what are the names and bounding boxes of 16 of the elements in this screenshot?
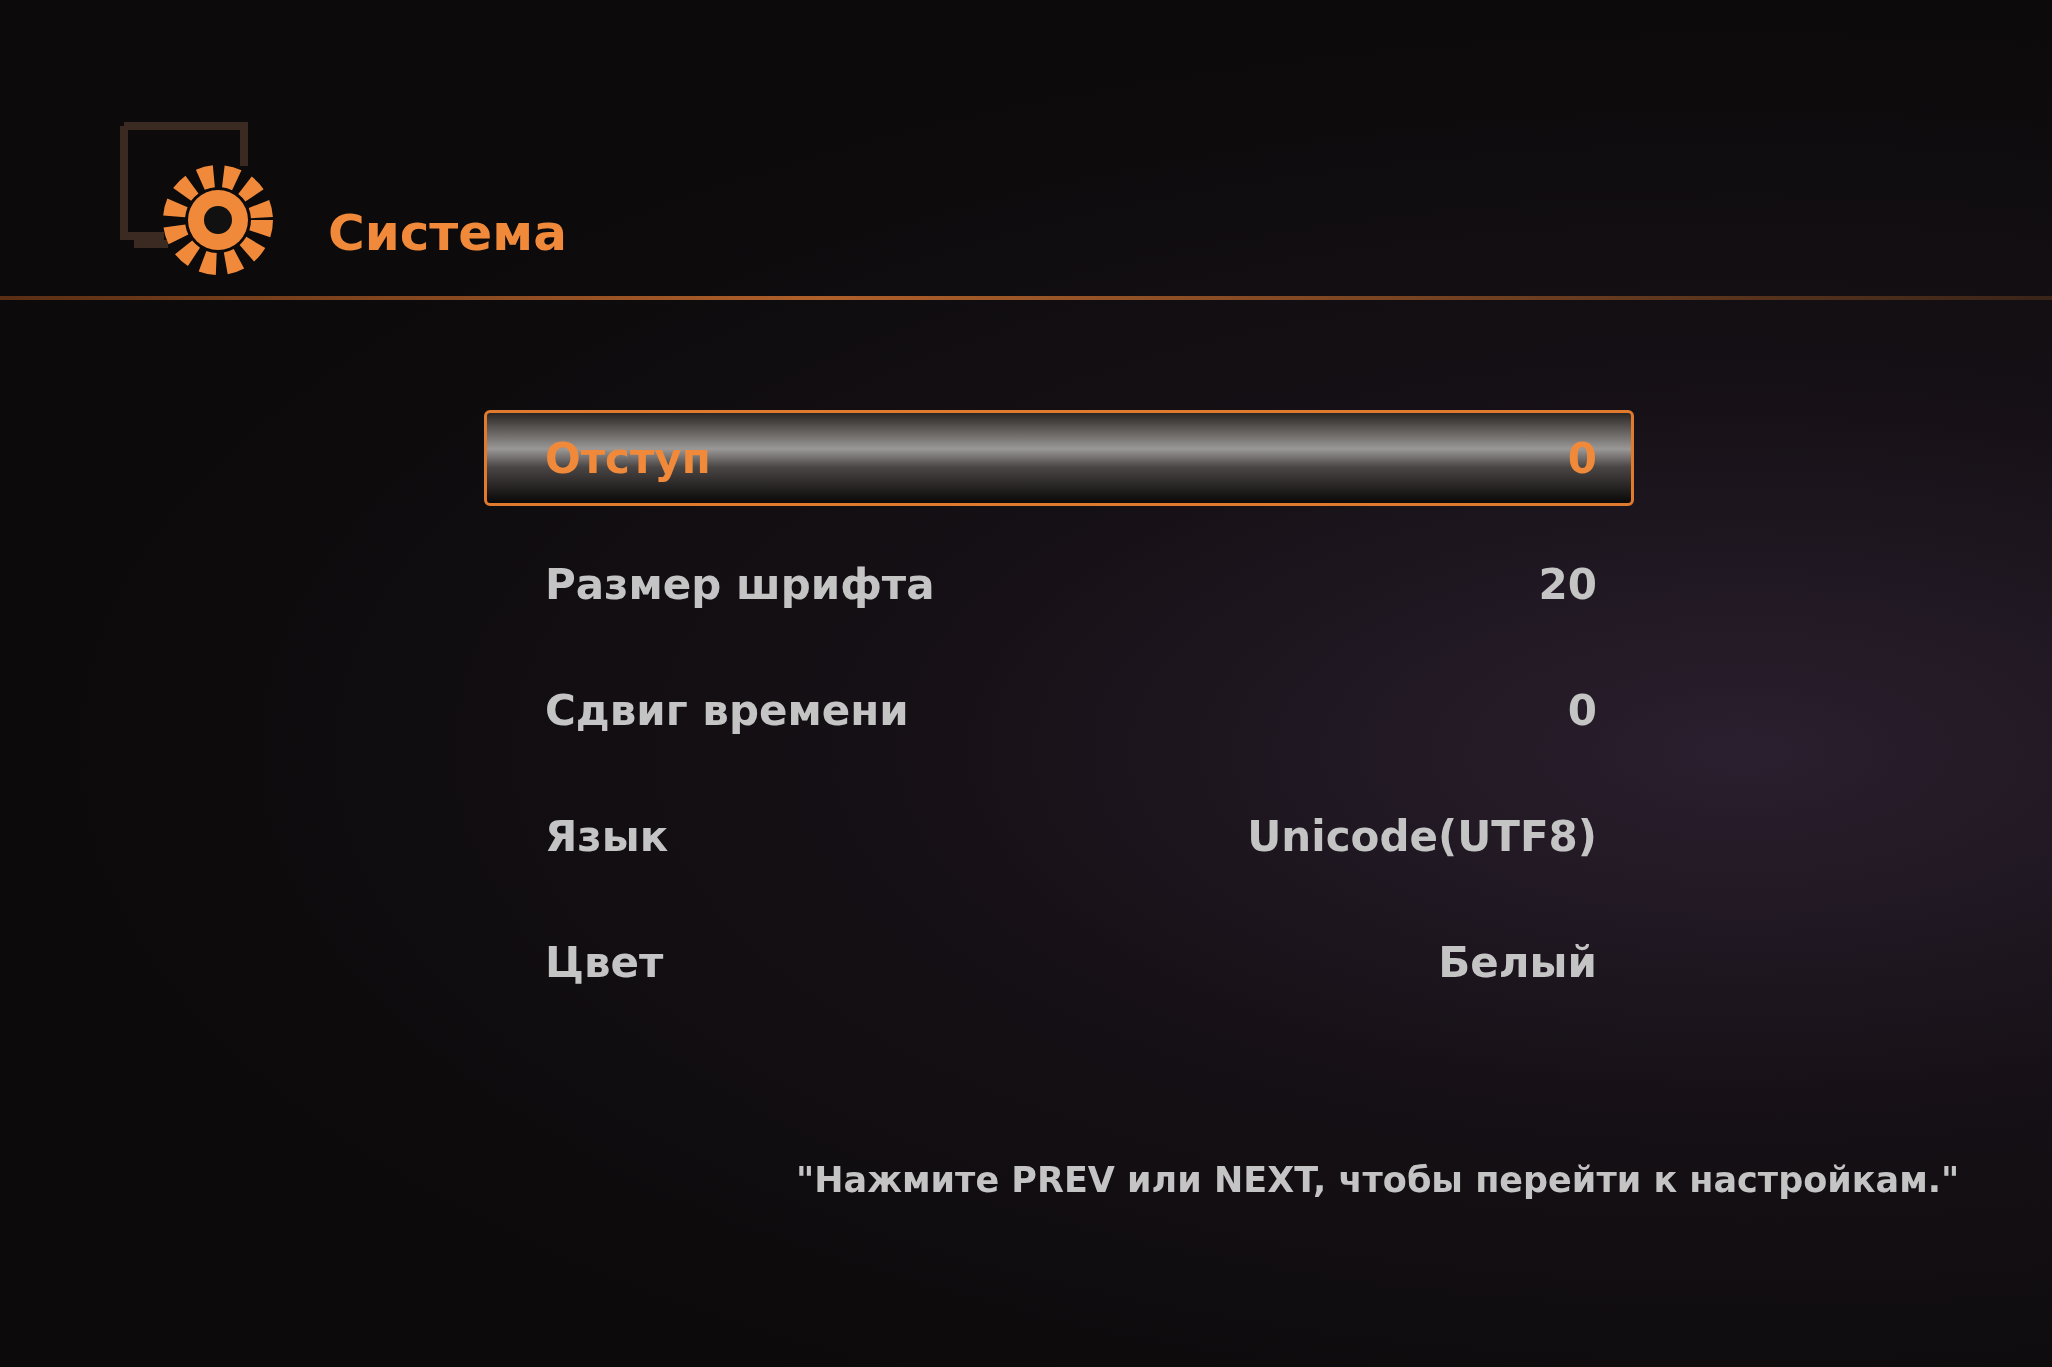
- setting-label: Язык: [545, 811, 669, 861]
- setting-value: 20: [1538, 559, 1597, 609]
- hint-text: "Нажмите PREV или NEXT, чтобы перейти к настройкам.": [796, 1160, 1961, 1200]
- setting-row[interactable]: Цвет Белый: [484, 914, 1634, 1010]
- setting-label: Цвет: [545, 937, 664, 987]
- setting-label: Размер шрифта: [545, 559, 935, 609]
- setting-row[interactable]: Размер шрифта 20: [484, 536, 1634, 632]
- setting-row[interactable]: Сдвиг времени 0: [484, 662, 1634, 758]
- setting-label: Отступ: [545, 433, 711, 483]
- screen-title: Система: [328, 204, 567, 264]
- setting-value: 0: [1567, 685, 1597, 735]
- setting-label: Сдвиг времени: [545, 685, 909, 735]
- setting-row[interactable]: Язык Unicode(UTF8): [484, 788, 1634, 884]
- setting-value: Unicode(UTF8): [1247, 811, 1597, 861]
- setting-value: Белый: [1438, 937, 1597, 987]
- setting-value: 0: [1567, 433, 1597, 483]
